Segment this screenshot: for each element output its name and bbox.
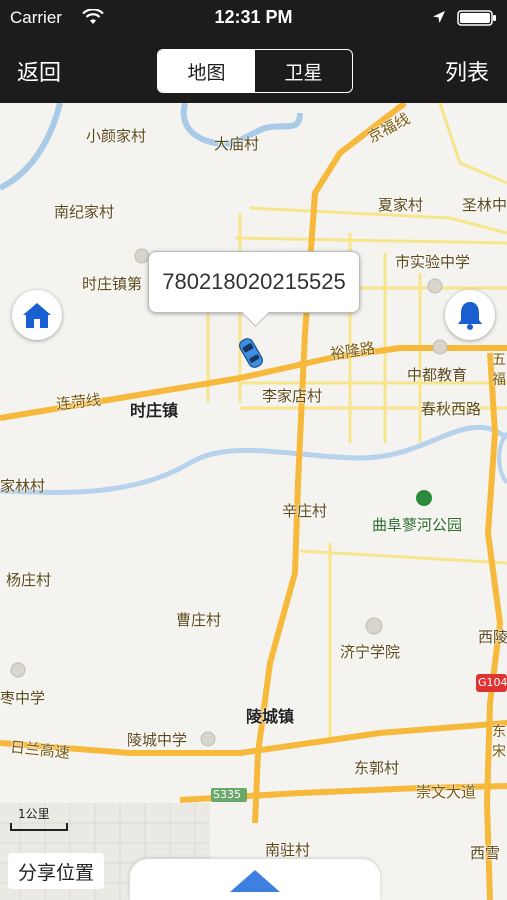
map-label: 西陵	[478, 628, 507, 646]
map-label: 杨庄村	[6, 571, 52, 589]
map-label: 崇文大道	[416, 783, 477, 801]
map-label: 辛庄村	[282, 502, 328, 520]
segment-map[interactable]: 地图	[158, 50, 255, 92]
map-label: 中都教育	[407, 366, 468, 384]
home-icon	[23, 303, 51, 328]
map-label: 陵城中学	[127, 731, 188, 749]
map-label: 圣林中	[462, 196, 507, 214]
map-label: 家林村	[0, 477, 46, 495]
map-label: 小颜家村	[86, 127, 147, 145]
map-label: 时庄镇	[130, 401, 179, 420]
map-label: 西雪	[470, 844, 501, 862]
map-label: 李家店村	[262, 387, 323, 405]
segment-satellite[interactable]: 卫星	[255, 50, 352, 92]
vehicle-info-callout[interactable]: 780218020215525	[148, 251, 360, 313]
map-label: 枣中学	[0, 689, 46, 707]
map-view[interactable]: 小颜家村 大庙村 京福线 南纪家村 夏家村 圣林中 时庄镇第 市实验中学 裕隆路…	[0, 103, 507, 900]
map-label: 东郭村	[354, 759, 400, 777]
map-scale: 1公里	[8, 803, 70, 833]
map-label: 曹庄村	[176, 611, 222, 629]
map-label: 大庙村	[214, 135, 260, 153]
highway-badge: G104	[478, 676, 507, 689]
map-label: 陵城镇	[246, 707, 295, 726]
map-label: 五福	[492, 352, 506, 388]
map-label: 曲阜蓼河公园	[372, 516, 463, 534]
location-arrow-icon	[433, 11, 445, 23]
map-label: 南纪家村	[54, 203, 115, 221]
map-label: 南驻村	[265, 841, 311, 859]
map-type-segmented-control: 地图 卫星	[157, 49, 353, 93]
bell-icon	[458, 302, 482, 330]
back-button[interactable]: 返回	[17, 55, 61, 87]
list-button[interactable]: 列表	[445, 55, 489, 87]
bottom-drawer-handle[interactable]	[130, 859, 380, 900]
scale-bar	[10, 823, 68, 831]
map-label: 夏家村	[378, 196, 424, 214]
map-label: 东宋	[492, 724, 506, 760]
map-label: 时庄镇第	[82, 275, 143, 293]
clock: 12:31 PM	[214, 7, 293, 27]
map-label: 市实验中学	[395, 253, 471, 271]
highway-badge: S335	[213, 788, 241, 801]
map-label: 春秋西路	[421, 400, 482, 418]
car-icon[interactable]	[236, 335, 266, 371]
map-label: 济宁学院	[340, 643, 401, 661]
alarm-button[interactable]	[445, 290, 495, 340]
scale-label: 1公里	[18, 807, 50, 821]
arrow-up-icon	[230, 870, 280, 892]
share-location-button[interactable]: 分享位置	[8, 853, 104, 889]
navigation-bar: 返回 地图 卫星 列表	[0, 36, 507, 103]
battery-icon	[457, 10, 496, 26]
home-button[interactable]	[12, 290, 62, 340]
status-bar: Carrier 12:31 PM	[0, 0, 507, 36]
